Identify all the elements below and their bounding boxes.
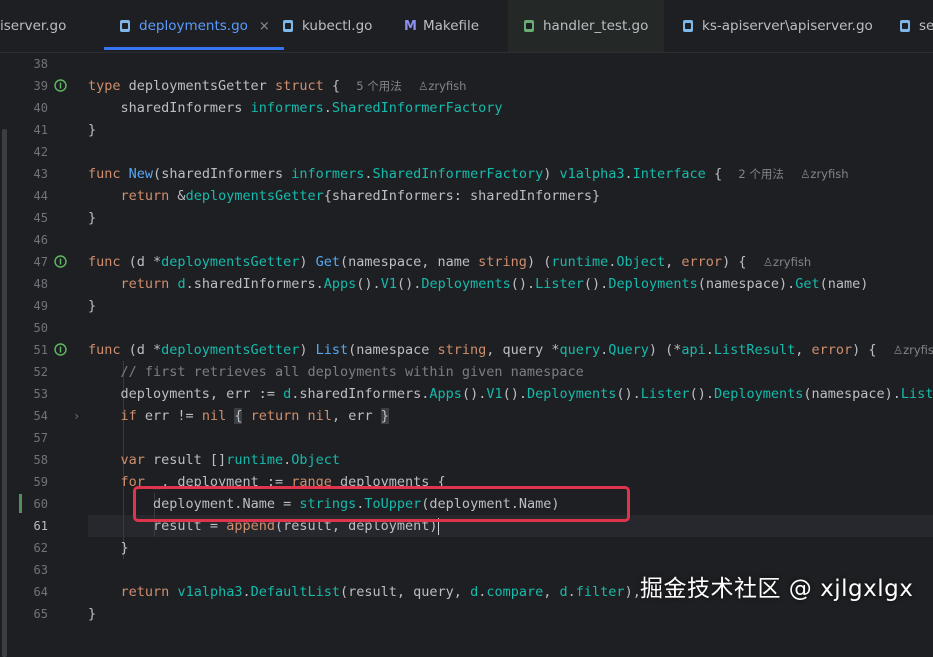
vertical-scrollbar[interactable]: [2, 129, 7, 657]
go-file-icon: [120, 20, 130, 32]
fold-expand-icon[interactable]: ›: [73, 405, 80, 427]
user-icon: ♙: [762, 255, 774, 269]
code-line-58: var result []runtime.Object: [120, 452, 341, 468]
tab-deployments-go[interactable]: deployments.go ×: [104, 0, 284, 52]
line-number: 38: [33, 57, 48, 71]
code-line-54: if err != nil { return nil, err }: [120, 408, 389, 424]
code-line-45: }: [88, 210, 97, 226]
line-number: 60: [33, 497, 48, 511]
usages-hint[interactable]: 2 个用法: [738, 167, 783, 181]
usages-hint[interactable]: 5 个用法: [356, 79, 401, 93]
line-number: 39: [33, 79, 48, 93]
line-number: 48: [33, 277, 48, 291]
tab-label: Makefile: [422, 18, 480, 34]
code-line-40: sharedInformers informers.SharedInformer…: [120, 100, 503, 116]
line-number: 59: [33, 475, 48, 489]
line-number: 42: [33, 145, 48, 159]
tab-label: iserver.go: [0, 18, 67, 34]
line-number: 44: [33, 189, 48, 203]
line-number: 43: [33, 167, 48, 181]
code-line-65: }: [88, 606, 97, 621]
tab-kubectl-go[interactable]: kubectl.go: [281, 0, 372, 52]
makefile-icon: M: [404, 18, 417, 34]
tab-label: deployments.go: [139, 18, 248, 34]
line-number: 40: [33, 101, 48, 115]
user-icon: ♙: [800, 167, 811, 181]
line-number: 50: [33, 321, 48, 335]
line-number: 51: [33, 343, 48, 357]
go-test-file-icon: [524, 20, 534, 32]
go-file-icon: [900, 20, 910, 32]
tab-apiserver-partial[interactable]: iserver.go: [0, 0, 66, 52]
code-line-62: }: [120, 540, 129, 556]
editor-gutter: 38 39 40 41 42 43 44 45 46 47 48 49 50 5…: [10, 53, 86, 621]
code-editor[interactable]: type deploymentsGetter struct { 5 个用法 ♙z…: [88, 53, 933, 621]
implemented-interface-icon[interactable]: [54, 343, 67, 356]
watermark: 掘金技术社区 @ xjlgxlgx: [640, 576, 914, 602]
tab-ser-partial[interactable]: ser: [898, 0, 933, 52]
code-line-48: return d.sharedInformers.Apps().V1().Dep…: [120, 276, 869, 292]
code-line-44: return &deploymentsGetter{sharedInformer…: [120, 188, 601, 204]
line-number: 46: [33, 233, 48, 247]
tab-makefile[interactable]: M Makefile: [404, 0, 479, 52]
folded-block-close[interactable]: }: [380, 408, 389, 424]
line-number: 62: [33, 541, 48, 555]
vcs-change-marker[interactable]: [19, 494, 22, 513]
highlight-annotation-box: [133, 486, 630, 522]
line-number: 45: [33, 211, 48, 225]
line-number: 47: [33, 255, 48, 269]
code-line-49: }: [88, 298, 97, 314]
user-icon: ♙: [418, 79, 429, 93]
go-file-icon: [683, 20, 693, 32]
user-icon: ♙: [892, 343, 904, 357]
line-number-current: 61: [33, 519, 48, 533]
code-line-53: deployments, err := d.sharedInformers.Ap…: [120, 386, 933, 402]
editor-tab-bar: iserver.go deployments.go × kubectl.go M…: [0, 0, 933, 53]
author-hint[interactable]: ♙zryfish: [800, 167, 848, 181]
line-number: 64: [33, 585, 48, 599]
line-number: 41: [33, 123, 48, 137]
tab-ks-apiserver-apiserver-go[interactable]: ks-apiserver\apiserver.go: [681, 0, 873, 52]
line-number: 58: [33, 453, 48, 467]
line-number: 53: [33, 387, 48, 401]
line-number: 49: [33, 299, 48, 313]
code-line-47: func (d *deploymentsGetter) Get(namespac…: [88, 254, 812, 270]
author-hint[interactable]: ♙zryfish: [418, 79, 466, 93]
line-number: 57: [33, 431, 48, 445]
line-number: 65: [33, 607, 48, 621]
tab-label: ser: [919, 18, 933, 34]
code-line-41: }: [88, 122, 97, 138]
implemented-interface-icon[interactable]: [54, 79, 67, 92]
tab-handler-test-go[interactable]: handler_test.go: [508, 0, 665, 52]
implemented-interface-icon[interactable]: [54, 255, 67, 268]
code-line-51: func (d *deploymentsGetter) List(namespa…: [88, 339, 933, 361]
author-hint[interactable]: ♙zryfish: [763, 255, 811, 269]
close-tab-icon[interactable]: ×: [259, 19, 270, 34]
code-line-43: func New(sharedInformers informers.Share…: [88, 166, 849, 182]
tab-label: kubectl.go: [302, 18, 373, 34]
tab-label: ks-apiserver\apiserver.go: [702, 18, 873, 34]
line-number: 52: [33, 365, 48, 379]
line-number: 63: [33, 563, 48, 577]
go-file-icon: [283, 20, 293, 32]
code-line-64: return v1alpha3.DefaultList(result, quer…: [120, 584, 641, 600]
code-line-39: type deploymentsGetter struct { 5 个用法 ♙z…: [88, 78, 467, 94]
tab-label: handler_test.go: [543, 18, 649, 34]
line-number: 54: [33, 409, 48, 423]
author-hint[interactable]: ♙zryfish: [893, 343, 933, 357]
left-strip: [0, 53, 10, 657]
code-line-52: // first retrieves all deployments withi…: [120, 364, 584, 380]
